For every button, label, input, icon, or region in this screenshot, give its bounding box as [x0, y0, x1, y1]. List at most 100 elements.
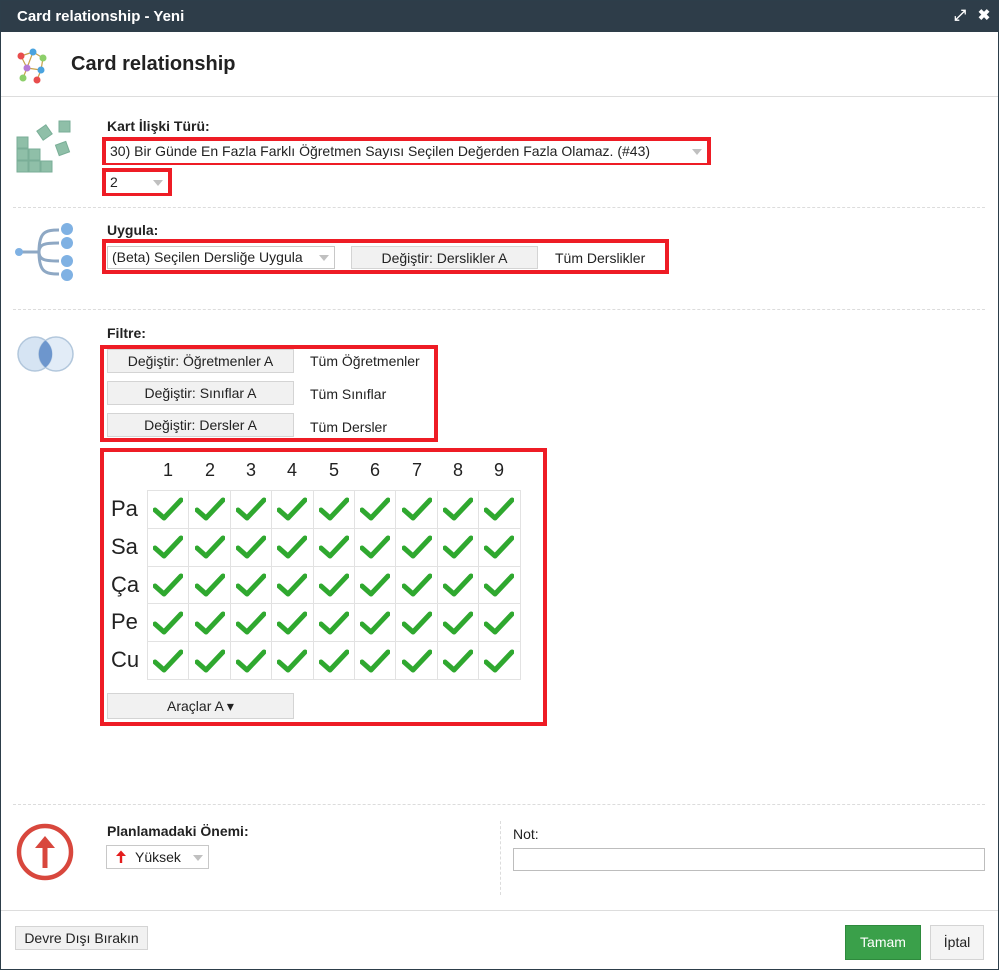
checkmark-icon	[401, 573, 432, 597]
day-label[interactable]: Pe	[111, 609, 138, 635]
grid-cell[interactable]	[188, 603, 231, 643]
checkmark-icon	[153, 611, 184, 635]
grid-cell[interactable]	[395, 603, 438, 643]
grid-cell[interactable]	[353, 603, 397, 643]
grid-cell[interactable]	[271, 490, 314, 529]
apply-label: Uygula:	[107, 222, 159, 238]
grid-row	[146, 641, 521, 680]
venn-diagram-icon	[17, 336, 74, 372]
ok-button[interactable]: Tamam	[845, 925, 921, 960]
grid-cell[interactable]	[395, 641, 438, 680]
period-header[interactable]: 3	[231, 460, 271, 481]
checkmark-icon	[277, 649, 308, 673]
relation-value: 2	[110, 174, 118, 190]
grid-cell[interactable]	[436, 490, 480, 529]
checkmark-icon	[235, 535, 266, 559]
maximize-icon[interactable]: ⤢	[951, 7, 969, 25]
grid-cell[interactable]	[271, 527, 314, 567]
grid-cell[interactable]	[353, 641, 397, 680]
grid-cell[interactable]	[271, 603, 314, 643]
day-label[interactable]: Cu	[111, 647, 139, 673]
chevron-down-icon	[193, 855, 203, 861]
grid-cell[interactable]	[312, 641, 355, 680]
grid-cell[interactable]	[188, 641, 231, 680]
checkmark-icon	[401, 497, 432, 521]
checkmark-icon	[153, 535, 184, 559]
grid-cell[interactable]	[436, 603, 480, 643]
day-label[interactable]: Ça	[111, 572, 139, 598]
section-divider	[13, 207, 985, 208]
grid-cell[interactable]	[188, 565, 231, 605]
checkmark-icon	[194, 497, 225, 521]
grid-cell[interactable]	[271, 641, 314, 680]
checkmark-icon	[442, 649, 473, 673]
period-header[interactable]: 5	[314, 460, 354, 481]
checkmark-icon	[360, 649, 391, 673]
grid-cell[interactable]	[312, 603, 355, 643]
change-teachers-button[interactable]: Değiştir: Öğretmenler A	[107, 349, 294, 373]
grid-cell[interactable]	[146, 527, 190, 567]
grid-cell[interactable]	[353, 527, 397, 567]
relation-value-select[interactable]: 2	[106, 172, 168, 193]
relation-type-select[interactable]: 30) Bir Günde En Fazla Farklı Öğretmen S…	[106, 141, 707, 163]
grid-cell[interactable]	[188, 527, 231, 567]
grid-cell[interactable]	[436, 565, 480, 605]
apply-mode-value: (Beta) Seçilen Dersliğe Uygula	[112, 249, 303, 265]
grid-cell[interactable]	[229, 490, 273, 529]
grid-cell[interactable]	[146, 641, 190, 680]
grid-cell[interactable]	[146, 603, 190, 643]
change-subjects-button[interactable]: Değiştir: Dersler A	[107, 413, 294, 437]
grid-cell[interactable]	[271, 565, 314, 605]
grid-cell[interactable]	[229, 603, 273, 643]
change-classrooms-button[interactable]: Değiştir: Derslikler A	[351, 246, 538, 269]
grid-cell[interactable]	[478, 565, 521, 605]
grid-cell[interactable]	[353, 490, 397, 529]
availability-grid[interactable]	[146, 490, 521, 680]
importance-select[interactable]: Yüksek	[106, 845, 209, 869]
period-header[interactable]: 8	[438, 460, 478, 481]
day-label[interactable]: Sa	[111, 534, 138, 560]
grid-cell[interactable]	[312, 490, 355, 529]
period-header[interactable]: 2	[190, 460, 230, 481]
tree-branch-icon	[15, 223, 73, 281]
checkmark-icon	[484, 611, 515, 635]
grid-cell[interactable]	[353, 565, 397, 605]
disable-button[interactable]: Devre Dışı Bırakın	[15, 926, 148, 950]
period-header[interactable]: 7	[397, 460, 437, 481]
grid-cell[interactable]	[312, 527, 355, 567]
period-header[interactable]: 6	[355, 460, 395, 481]
grid-cell[interactable]	[188, 490, 231, 529]
grid-cell[interactable]	[229, 527, 273, 567]
day-label[interactable]: Pa	[111, 496, 138, 522]
period-header[interactable]: 9	[479, 460, 519, 481]
grid-cell[interactable]	[395, 527, 438, 567]
cancel-button[interactable]: İptal	[930, 925, 984, 960]
grid-cell[interactable]	[229, 565, 273, 605]
grid-cell[interactable]	[436, 527, 480, 567]
grid-cell[interactable]	[312, 565, 355, 605]
teachers-filter-value: Tüm Öğretmenler	[310, 353, 420, 369]
grid-cell[interactable]	[146, 490, 190, 529]
grid-cell[interactable]	[478, 603, 521, 643]
grid-cell[interactable]	[146, 565, 190, 605]
period-header[interactable]: 4	[272, 460, 312, 481]
tools-dropdown-button[interactable]: Araçlar A ▾	[107, 693, 294, 719]
grid-cell[interactable]	[395, 490, 438, 529]
apply-mode-select[interactable]: (Beta) Seçilen Dersliğe Uygula	[107, 246, 335, 269]
chevron-down-icon	[319, 255, 329, 261]
grid-cell[interactable]	[436, 641, 480, 680]
change-classes-button[interactable]: Değiştir: Sınıflar A	[107, 381, 294, 405]
checkmark-icon	[401, 535, 432, 559]
grid-cell[interactable]	[478, 641, 521, 680]
title-bar[interactable]: Card relationship - Yeni ⤢ ✖	[1, 1, 998, 32]
close-icon[interactable]: ✖	[975, 7, 993, 25]
checkmark-icon	[277, 535, 308, 559]
grid-cell[interactable]	[395, 565, 438, 605]
grid-cell[interactable]	[478, 527, 521, 567]
grid-cell[interactable]	[229, 641, 273, 680]
grid-cell[interactable]	[478, 490, 521, 529]
section-divider	[13, 804, 985, 805]
checkmark-icon	[360, 535, 391, 559]
note-input[interactable]	[513, 848, 985, 871]
period-header[interactable]: 1	[148, 460, 188, 481]
